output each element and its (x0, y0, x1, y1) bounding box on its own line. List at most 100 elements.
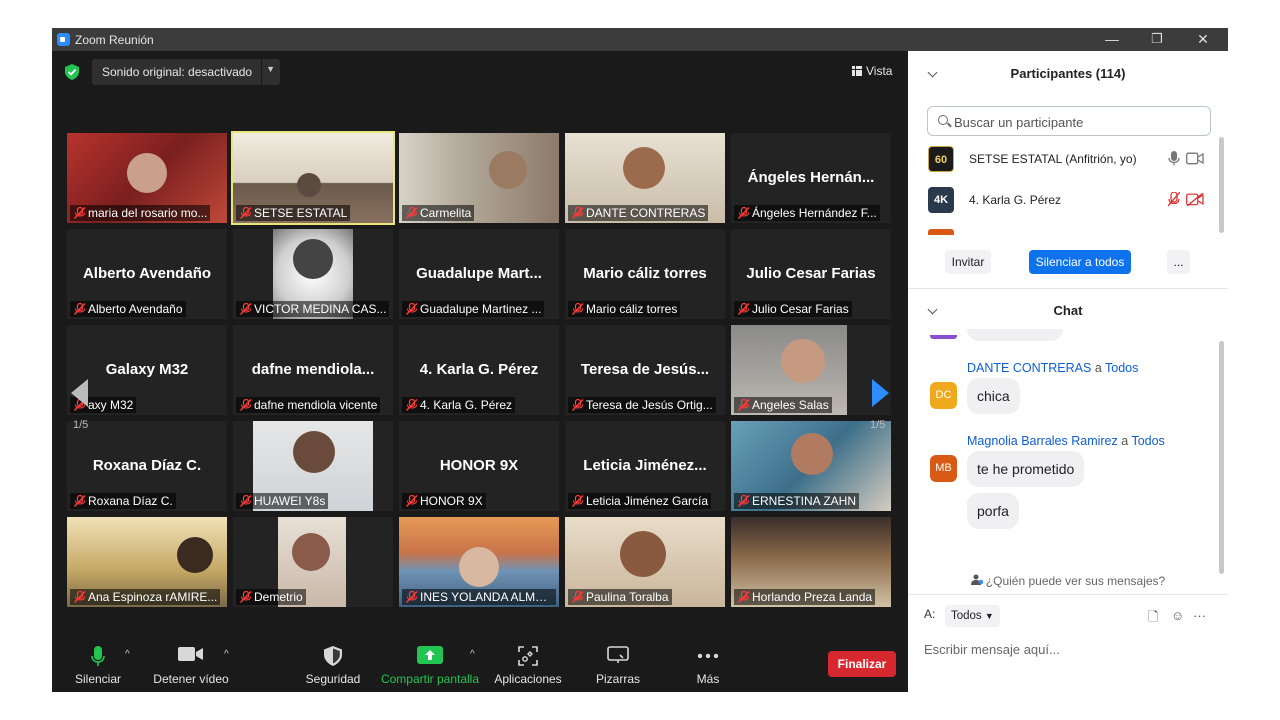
apps-button[interactable]: Aplicaciones (492, 631, 564, 692)
chat-sender-name: DANTE CONTRERAS (967, 361, 1092, 375)
participant-display-name: dafne mendiola... (251, 361, 375, 378)
video-tile[interactable]: Julio Cesar Farias Julio Cesar Farias (731, 229, 891, 319)
video-tile[interactable]: Alberto Avendaño Alberto Avendaño (67, 229, 227, 319)
video-tile[interactable]: INES YOLANDA ALME... (399, 517, 559, 607)
chat-bubble: porfa (967, 493, 1019, 529)
video-tile[interactable]: Ana Espinoza rAMIRE... (67, 517, 227, 607)
participant-avatar (928, 229, 954, 235)
restore-button[interactable]: ❐ (1142, 29, 1172, 49)
video-camera-icon[interactable] (1186, 152, 1204, 165)
chat-recipient-dropdown[interactable]: Todos ▼ (945, 605, 1000, 627)
muted-microphone-icon (572, 495, 584, 507)
participant-display-name: Roxana Díaz C. (92, 457, 202, 474)
muted-microphone-icon (406, 495, 418, 507)
video-tile[interactable]: maria del rosario mo... (67, 133, 227, 223)
participant-name: Mario cáliz torres (586, 302, 678, 316)
video-tile[interactable]: Horlando Preza Landa (731, 517, 891, 607)
more-button[interactable]: Más (680, 631, 736, 692)
share-screen-button[interactable]: Compartir pantalla (380, 631, 480, 692)
emoji-icon[interactable]: ☺ (1171, 608, 1184, 623)
participant-name-tag: Leticia Jiménez García (568, 493, 712, 509)
participant-name-tag: Guadalupe Martinez ... (402, 301, 545, 317)
chevron-down-icon[interactable]: ▼ (266, 64, 275, 74)
participant-name-tag: ERNESTINA ZAHN (734, 493, 860, 509)
gallery-grid: maria del rosario mo... SETSE ESTATAL Carm… (67, 131, 893, 609)
video-options-caret-icon[interactable]: ^ (224, 649, 229, 660)
participant-figure (127, 153, 167, 193)
security-button[interactable]: Seguridad (302, 631, 364, 692)
people-icon (970, 574, 983, 585)
close-button[interactable]: ✕ (1188, 29, 1218, 49)
minimize-button[interactable]: — (1097, 29, 1127, 49)
chat-more-icon[interactable]: ··· (1193, 608, 1206, 623)
whiteboard-icon (607, 646, 629, 663)
whiteboards-button[interactable]: Pizarras (588, 631, 648, 692)
video-tile[interactable]: 4. Karla G. Pérez 4. Karla G. Pérez (399, 325, 559, 415)
participants-scrollbar[interactable] (1219, 137, 1224, 233)
muted-microphone-icon[interactable] (1168, 192, 1180, 207)
video-tile[interactable]: Ángeles Hernán... Ángeles Hernández F... (731, 133, 891, 223)
participants-more-button[interactable]: ... (1167, 250, 1190, 274)
more-dots-icon (697, 653, 719, 659)
side-panel: Participantes (114) 60 SETSE ESTATAL (An… (908, 51, 1228, 692)
participant-name-tag: dafne mendiola vicente (236, 397, 381, 413)
video-tile[interactable]: Paulina Toralba (565, 517, 725, 607)
participant-search-input[interactable] (954, 113, 1204, 131)
video-tile[interactable]: DANTE CONTRERAS (565, 133, 725, 223)
video-tile[interactable]: Mario cáliz torres Mario cáliz torres (565, 229, 725, 319)
video-tile[interactable]: HONOR 9X HONOR 9X (399, 421, 559, 511)
video-tile[interactable]: Roxana Díaz C. Roxana Díaz C. (67, 421, 227, 511)
chevron-down-icon: ▼ (984, 611, 994, 621)
security-label: Seguridad (305, 672, 361, 686)
end-meeting-button[interactable]: Finalizar (828, 651, 896, 677)
video-tile[interactable]: Galaxy M32 axy M32 (67, 325, 227, 415)
next-page-arrow-icon[interactable] (872, 379, 889, 407)
chat-to-word: a (1121, 434, 1129, 448)
mute-all-button[interactable]: Silenciar a todos (1029, 250, 1131, 274)
audio-options-caret-icon[interactable]: ^ (125, 649, 130, 660)
video-tile[interactable]: Leticia Jiménez... Leticia Jiménez García (565, 421, 725, 511)
video-tile[interactable]: HUAWEI Y8s (233, 421, 393, 511)
video-tile[interactable]: VICTOR MEDINA CAS... (233, 229, 393, 319)
participant-name: 4. Karla G. Pérez (969, 193, 1062, 207)
participant-name-tag: Carmelita (402, 205, 475, 221)
video-tile[interactable]: SETSE ESTATAL (231, 131, 395, 225)
participant-name-tag: Ángeles Hernández F... (734, 205, 880, 221)
chat-scrollbar[interactable] (1219, 341, 1224, 574)
encryption-shield-icon[interactable] (65, 64, 79, 80)
view-button[interactable]: Vista (852, 64, 892, 78)
participant-row[interactable]: 60 SETSE ESTATAL (Anfitrión, yo) (928, 144, 1208, 174)
muted-microphone-icon (572, 207, 584, 219)
share-options-caret-icon[interactable]: ^ (470, 649, 475, 660)
divider (908, 594, 1228, 595)
video-tile[interactable]: dafne mendiola... dafne mendiola vicente (233, 325, 393, 415)
microphone-icon[interactable] (1168, 151, 1180, 166)
video-tile[interactable]: Guadalupe Mart... Guadalupe Martinez ... (399, 229, 559, 319)
file-icon[interactable]: 🗋 (1148, 608, 1158, 630)
microphone-icon (91, 646, 105, 666)
invite-button[interactable]: Invitar (945, 250, 991, 274)
video-tile[interactable]: Demetrio (233, 517, 393, 607)
chat-message-input[interactable] (924, 639, 1214, 659)
previous-page-arrow-icon[interactable] (71, 379, 88, 407)
video-tile[interactable]: Angeles Salas (731, 325, 891, 415)
video-tile[interactable]: ERNESTINA ZAHN (731, 421, 891, 511)
participant-name: ERNESTINA ZAHN (752, 494, 857, 508)
original-sound-dropdown[interactable]: Sonido original: desactivado ▼ (92, 59, 280, 85)
video-tile[interactable]: Teresa de Jesús... Teresa de Jesús Ortig.… (565, 325, 725, 415)
participant-search[interactable] (927, 106, 1211, 136)
video-tile[interactable]: Carmelita (399, 133, 559, 223)
mute-button[interactable]: Silenciar (70, 631, 126, 692)
participant-display-name: HONOR 9X (439, 457, 519, 474)
stop-video-button[interactable]: Detener vídeo (150, 631, 232, 692)
muted-microphone-icon (406, 303, 418, 315)
title-bar: Zoom Reunión — ❐ ✕ (52, 28, 1228, 51)
video-off-icon[interactable] (1186, 193, 1204, 206)
who-can-see-messages-link[interactable]: ¿Quién puede ver sus mensajes? (908, 574, 1228, 588)
participant-name: Ángeles Hernández F... (752, 206, 877, 220)
more-label: Más (696, 672, 720, 686)
participant-display-name: Julio Cesar Farias (746, 265, 876, 282)
muted-microphone-icon (240, 207, 252, 219)
participant-row[interactable]: 4K 4. Karla G. Pérez (928, 185, 1208, 215)
muted-microphone-icon (738, 303, 750, 315)
